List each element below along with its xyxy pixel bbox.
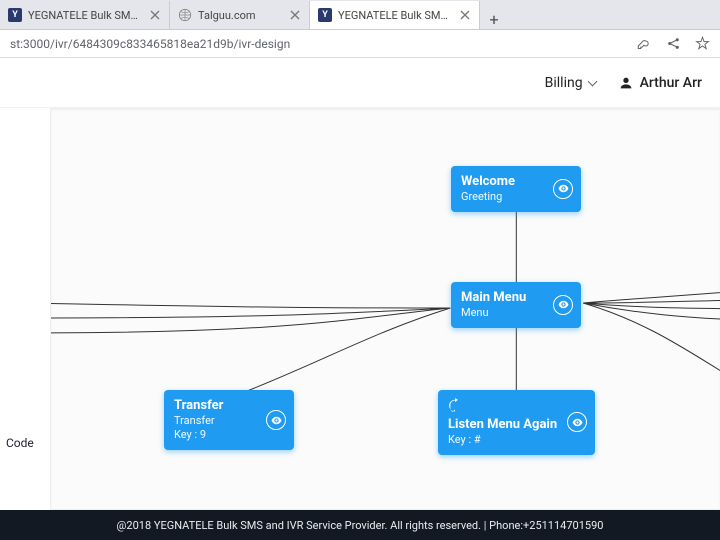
node-subtitle: Transfer: [174, 414, 262, 428]
node-key: Key : 9: [174, 428, 262, 442]
plus-icon: +: [489, 10, 498, 29]
app-topbar: Billing Arthur Arr: [0, 58, 720, 108]
address-actions: [627, 36, 710, 51]
node-subtitle: Menu: [461, 306, 549, 320]
node-subtitle: Greeting: [461, 190, 549, 204]
tab-title: YEGNATELE Bulk SMS & I…: [338, 9, 453, 22]
view-icon[interactable]: [266, 410, 286, 430]
close-icon[interactable]: [289, 9, 301, 21]
key-icon[interactable]: [637, 36, 652, 51]
node-title: Main Menu: [461, 290, 549, 306]
billing-menu[interactable]: Billing: [545, 75, 596, 91]
tabs-row: Y YEGNATELE Bulk SMS & I… Talguu.com Y Y…: [0, 0, 720, 30]
node-title: Welcome: [461, 174, 549, 190]
url-text: st:3000/ivr/6484309c833465818ea21d9b/ivr…: [10, 37, 627, 51]
ivr-node-listen-again[interactable]: Listen Menu Again Key : #: [438, 390, 595, 455]
new-tab-button[interactable]: +: [480, 10, 508, 29]
close-icon[interactable]: [149, 9, 161, 21]
close-icon[interactable]: [459, 9, 471, 21]
footer-text: @2018 YEGNATELE Bulk SMS and IVR Service…: [117, 519, 604, 532]
browser-tab-2[interactable]: Talguu.com: [170, 1, 310, 29]
ivr-node-mainmenu[interactable]: Main Menu Menu: [451, 282, 581, 328]
user-icon: [618, 75, 634, 91]
chevron-down-icon: [589, 75, 596, 91]
address-bar[interactable]: st:3000/ivr/6484309c833465818ea21d9b/ivr…: [0, 30, 720, 58]
node-key: Key : #: [448, 433, 563, 447]
user-label: Arthur Arr: [640, 75, 702, 91]
connector-lines: [51, 109, 720, 509]
ivr-node-welcome[interactable]: Welcome Greeting: [451, 166, 581, 212]
user-menu[interactable]: Arthur Arr: [618, 75, 702, 91]
favicon-icon: Y: [318, 8, 332, 22]
share-icon[interactable]: [666, 36, 681, 51]
tab-title: YEGNATELE Bulk SMS & I…: [28, 9, 143, 22]
page-footer: @2018 YEGNATELE Bulk SMS and IVR Service…: [0, 510, 720, 540]
billing-label: Billing: [545, 75, 583, 91]
sidebar-item-code[interactable]: Code: [0, 436, 34, 450]
left-rail: Code: [0, 108, 50, 510]
ivr-canvas[interactable]: Welcome Greeting Main Menu Menu Transfer…: [50, 108, 720, 510]
refresh-icon: [448, 398, 462, 412]
tab-title: Talguu.com: [198, 9, 283, 22]
node-title: Transfer: [174, 398, 262, 414]
view-icon[interactable]: [553, 295, 573, 315]
ivr-node-transfer[interactable]: Transfer Transfer Key : 9: [164, 390, 294, 450]
node-title: Listen Menu Again: [448, 417, 563, 433]
content-area: Code Welcome Greeting Main Me: [0, 108, 720, 510]
favicon-icon: Y: [8, 8, 22, 22]
browser-tab-1[interactable]: Y YEGNATELE Bulk SMS & I…: [0, 1, 170, 29]
view-icon[interactable]: [553, 179, 573, 199]
browser-chrome: Y YEGNATELE Bulk SMS & I… Talguu.com Y Y…: [0, 0, 720, 58]
globe-icon: [178, 8, 192, 22]
browser-tab-3[interactable]: Y YEGNATELE Bulk SMS & I…: [310, 1, 480, 29]
view-icon[interactable]: [567, 412, 587, 432]
bookmark-icon[interactable]: [695, 36, 710, 51]
